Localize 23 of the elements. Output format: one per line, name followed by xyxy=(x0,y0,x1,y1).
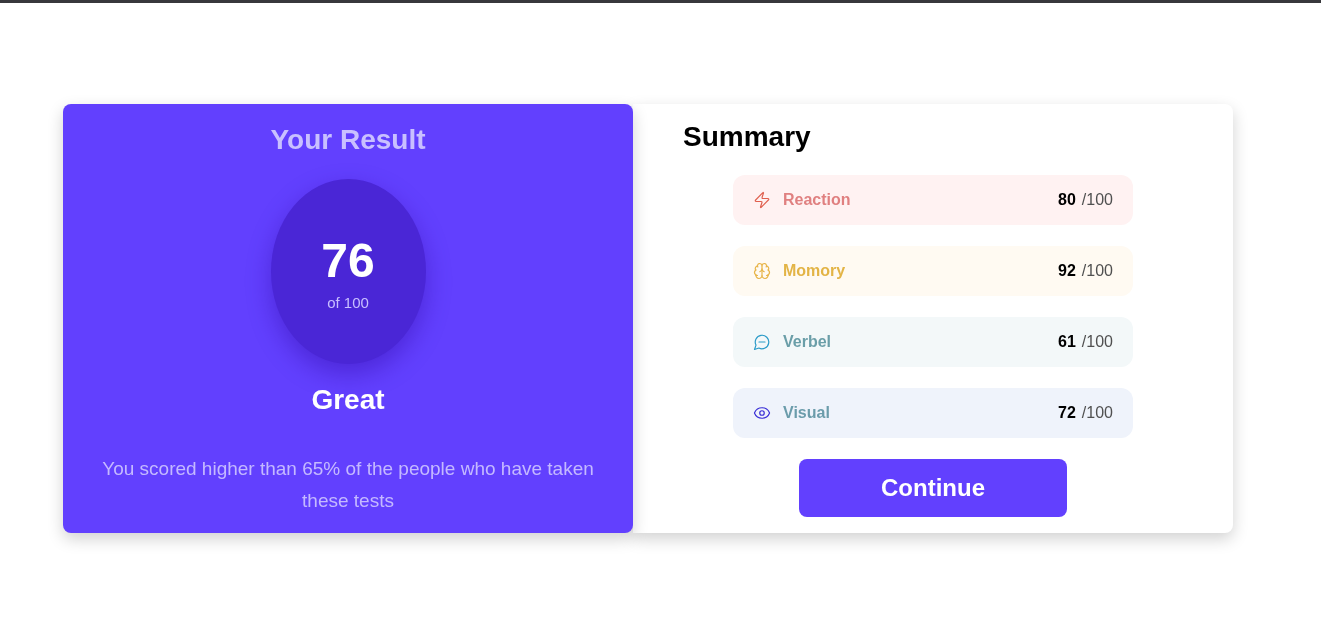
chat-bubble-icon xyxy=(753,333,771,351)
category-score: 92 xyxy=(1058,261,1076,281)
category-max: /100 xyxy=(1081,403,1113,423)
eye-icon xyxy=(753,404,771,422)
rating-label: Great xyxy=(311,384,385,416)
score-value: 76 xyxy=(321,234,375,287)
category-score: 80 xyxy=(1058,190,1076,210)
category-max: /100 xyxy=(1081,261,1113,281)
category-score: 61 xyxy=(1058,332,1076,352)
category-label: Visual xyxy=(783,403,830,423)
continue-button[interactable]: Continue xyxy=(799,459,1067,517)
lightning-icon xyxy=(753,191,771,209)
result-title: Your Result xyxy=(270,124,426,156)
category-max: /100 xyxy=(1081,190,1113,210)
score-total: of 100 xyxy=(327,292,369,313)
summary-title: Summary xyxy=(683,121,811,153)
category-max: /100 xyxy=(1081,332,1113,352)
category-label: Verbel xyxy=(783,332,832,352)
category-label: Momory xyxy=(783,261,846,281)
result-description: You scored higher than 65% of the people who have taken these tests xyxy=(101,457,595,513)
category-score: 72 xyxy=(1058,403,1076,423)
brain-icon xyxy=(753,262,771,280)
category-label: Reaction xyxy=(783,190,851,210)
